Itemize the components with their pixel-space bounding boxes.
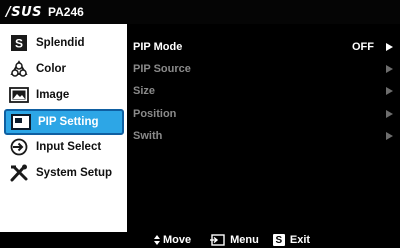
arrow-right-icon [386,110,393,118]
model-name: PA246 [48,5,84,19]
row-label: Position [133,108,177,120]
sidebar-item-system-setup[interactable]: System Setup [4,161,123,185]
osd-menu: /SUS PA246 S Splendid Color Image PIP Se… [0,0,400,248]
row-label: PIP Source [133,63,191,75]
sidebar-item-label: Color [36,63,67,75]
arrow-right-icon [386,87,393,95]
sidebar-item-image[interactable]: Image [4,83,123,107]
menu-row-size[interactable]: Size [133,81,395,101]
sidebar-item-color[interactable]: Color [4,57,123,81]
sidebar: S Splendid Color Image PIP Setting Input… [0,24,127,232]
splendid-key-icon: S [272,234,285,246]
sidebar-item-label: System Setup [36,167,113,179]
menu-enter-icon [209,234,225,246]
sidebar-item-splendid[interactable]: S Splendid [4,31,123,55]
row-label: Swith [133,130,163,142]
row-label: Size [133,85,156,97]
osd-footer: Move Menu S Exit [0,232,400,248]
svg-text:S: S [15,37,23,51]
footer-move: Move [154,234,191,246]
splendid-s-icon: S [8,33,30,53]
sidebar-item-pip-setting[interactable]: PIP Setting [4,109,124,135]
image-icon [8,85,30,105]
move-label: Move [163,234,192,246]
color-palette-icon [8,59,30,79]
brand: /SUS PA246 [6,5,84,20]
exit-label: Exit [289,234,311,246]
row-value: OFF [352,41,374,53]
arrow-right-icon [386,65,393,73]
submenu-panel: PIP Mode OFF PIP Source Size Position Sw… [127,24,400,232]
sidebar-item-label: Splendid [36,37,85,49]
sidebar-item-label: Image [36,89,70,101]
sidebar-item-input-select[interactable]: Input Select [4,135,123,159]
pip-icon [10,112,32,132]
tools-icon [8,163,30,183]
arrow-right-icon [386,132,393,140]
sidebar-item-label: PIP Setting [38,116,99,128]
menu-row-pip-mode[interactable]: PIP Mode OFF [133,37,395,57]
menu-label: Menu [230,234,259,246]
sidebar-item-label: Input Select [36,141,102,153]
menu-row-swith[interactable]: Swith [133,126,395,146]
up-down-arrow-icon [154,234,160,245]
menu-row-position[interactable]: Position [133,104,395,124]
footer-menu: Menu [209,234,259,246]
input-select-icon [8,137,30,157]
osd-header: /SUS PA246 [0,0,400,24]
asus-logo: /SUS [6,4,43,20]
arrow-right-icon [386,43,393,51]
menu-row-pip-source[interactable]: PIP Source [133,59,395,79]
row-label: PIP Mode [133,41,183,53]
footer-exit: S Exit [272,234,311,246]
